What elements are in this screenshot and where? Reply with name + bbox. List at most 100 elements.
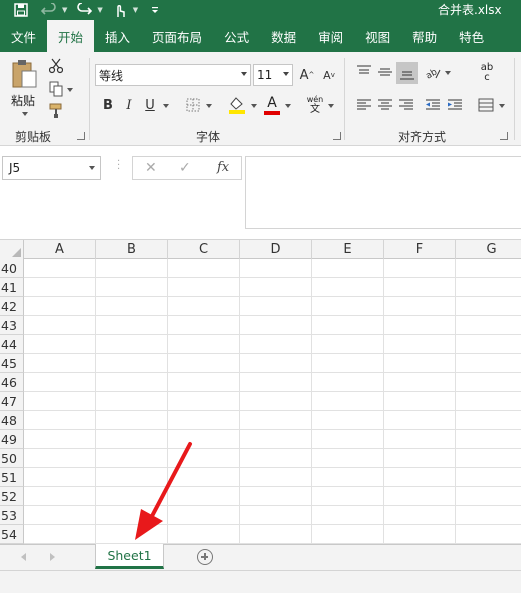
underline-button[interactable]: U	[141, 95, 159, 115]
phonetic-guide-icon[interactable]: wén 文	[304, 94, 326, 116]
row-header-50[interactable]: 50	[0, 449, 24, 468]
insert-function-icon[interactable]: fx	[217, 160, 229, 175]
gridline	[311, 259, 312, 544]
row-header-51[interactable]: 51	[0, 468, 24, 487]
column-header-a[interactable]: A	[24, 240, 96, 259]
row-header-40[interactable]: 40	[0, 259, 24, 278]
row-header-54[interactable]: 54	[0, 525, 24, 544]
tab-review[interactable]: 审阅	[307, 20, 354, 52]
align-left-icon[interactable]	[354, 95, 374, 115]
gridline	[24, 448, 521, 449]
align-right-icon[interactable]	[396, 95, 416, 115]
column-header-d[interactable]: D	[240, 240, 312, 259]
enter-icon[interactable]: ✓	[179, 160, 191, 176]
shrink-font-button[interactable]: Av	[320, 65, 338, 85]
formula-bar-area: J5 · · · ✕ ✓ fx	[0, 146, 521, 240]
row-header-49[interactable]: 49	[0, 430, 24, 449]
clipboard-group-label: 剪贴板	[15, 130, 52, 144]
align-center-icon[interactable]	[375, 95, 395, 115]
name-box[interactable]: J5	[2, 156, 101, 180]
font-launcher-icon[interactable]	[333, 132, 341, 140]
align-top-icon[interactable]	[354, 62, 374, 82]
save-icon[interactable]	[10, 2, 32, 18]
format-painter-icon[interactable]	[47, 102, 65, 120]
touch-mode-icon[interactable]	[109, 2, 131, 18]
tab-help[interactable]: 帮助	[401, 20, 448, 52]
merge-dropdown-icon[interactable]	[499, 104, 505, 108]
font-color-dropdown-icon[interactable]	[285, 104, 291, 108]
row-header-52[interactable]: 52	[0, 487, 24, 506]
formula-buttons: ✕ ✓ fx	[132, 156, 242, 180]
fill-color-icon[interactable]	[227, 94, 247, 116]
alignment-launcher-icon[interactable]	[500, 132, 508, 140]
italic-button[interactable]: I	[120, 95, 138, 115]
increase-indent-icon[interactable]	[445, 95, 465, 115]
align-middle-icon[interactable]	[375, 62, 395, 82]
bold-button[interactable]: B	[99, 95, 117, 115]
gridline	[383, 259, 384, 544]
orientation-dropdown-icon[interactable]	[445, 71, 451, 75]
row-header-53[interactable]: 53	[0, 506, 24, 525]
font-name-select[interactable]: 等线	[95, 64, 251, 86]
redo-icon[interactable]	[73, 2, 95, 18]
chevron-down-icon	[89, 166, 95, 170]
sheet-tab-sheet1[interactable]: Sheet1	[95, 544, 164, 569]
column-header-b[interactable]: B	[96, 240, 168, 259]
copy-dropdown-icon[interactable]	[67, 88, 73, 92]
borders-dropdown-icon[interactable]	[206, 104, 212, 108]
tab-data[interactable]: 数据	[260, 20, 307, 52]
tab-features[interactable]: 特色	[448, 20, 495, 52]
row-header-42[interactable]: 42	[0, 297, 24, 316]
scroll-tabs-right-icon[interactable]	[50, 553, 55, 561]
clipboard-launcher-icon[interactable]	[77, 132, 85, 140]
gridline	[24, 372, 521, 373]
formula-input[interactable]	[245, 156, 521, 229]
scroll-tabs-left-icon[interactable]	[21, 553, 26, 561]
add-sheet-icon[interactable]	[197, 549, 213, 565]
decrease-indent-icon[interactable]	[423, 95, 443, 115]
customize-qat-icon[interactable]	[144, 2, 166, 18]
row-header-45[interactable]: 45	[0, 354, 24, 373]
cancel-icon[interactable]: ✕	[145, 160, 157, 176]
font-color-icon[interactable]: A	[262, 94, 282, 116]
column-header-f[interactable]: F	[384, 240, 456, 259]
row-header-46[interactable]: 46	[0, 373, 24, 392]
align-bottom-icon[interactable]	[396, 62, 418, 84]
merge-center-icon[interactable]	[476, 95, 496, 115]
tab-view[interactable]: 视图	[354, 20, 401, 52]
phonetic-dropdown-icon[interactable]	[328, 104, 334, 108]
tab-formulas[interactable]: 公式	[213, 20, 260, 52]
formula-bar-resize-handle[interactable]: · · ·	[117, 157, 120, 175]
font-size-select[interactable]: 11	[253, 64, 293, 86]
column-header-c[interactable]: C	[168, 240, 240, 259]
tab-page-layout[interactable]: 页面布局	[141, 20, 213, 52]
borders-icon[interactable]	[184, 96, 202, 114]
row-header-48[interactable]: 48	[0, 411, 24, 430]
undo-dropdown-icon[interactable]: ▼	[62, 6, 67, 14]
row-header-41[interactable]: 41	[0, 278, 24, 297]
worksheet-grid[interactable]: A B C D E F G 40 41 42 43 44 45 46 47 48…	[0, 240, 521, 544]
copy-icon[interactable]	[47, 80, 65, 98]
touch-dropdown-icon[interactable]: ▼	[133, 6, 138, 14]
redo-dropdown-icon[interactable]: ▼	[97, 6, 102, 14]
undo-icon[interactable]	[38, 2, 60, 18]
gridline	[24, 524, 521, 525]
grow-font-button[interactable]: A ^	[298, 65, 316, 85]
paste-icon[interactable]	[10, 58, 40, 90]
tab-home[interactable]: 开始	[47, 20, 95, 52]
paste-dropdown-icon[interactable]	[22, 112, 28, 116]
tab-insert[interactable]: 插入	[94, 20, 141, 52]
row-header-47[interactable]: 47	[0, 392, 24, 411]
fill-color-dropdown-icon[interactable]	[251, 104, 257, 108]
row-header-43[interactable]: 43	[0, 316, 24, 335]
cut-icon[interactable]	[47, 57, 65, 75]
row-header-44[interactable]: 44	[0, 335, 24, 354]
tab-file[interactable]: 文件	[0, 20, 47, 52]
column-header-e[interactable]: E	[312, 240, 384, 259]
paste-button[interactable]: 粘贴	[11, 92, 35, 109]
underline-dropdown-icon[interactable]	[163, 104, 169, 108]
select-all-button[interactable]	[0, 240, 24, 259]
orientation-icon[interactable]: ab	[423, 62, 443, 82]
wrap-text-icon[interactable]: ab c	[476, 62, 498, 84]
column-header-g[interactable]: G	[456, 240, 521, 259]
